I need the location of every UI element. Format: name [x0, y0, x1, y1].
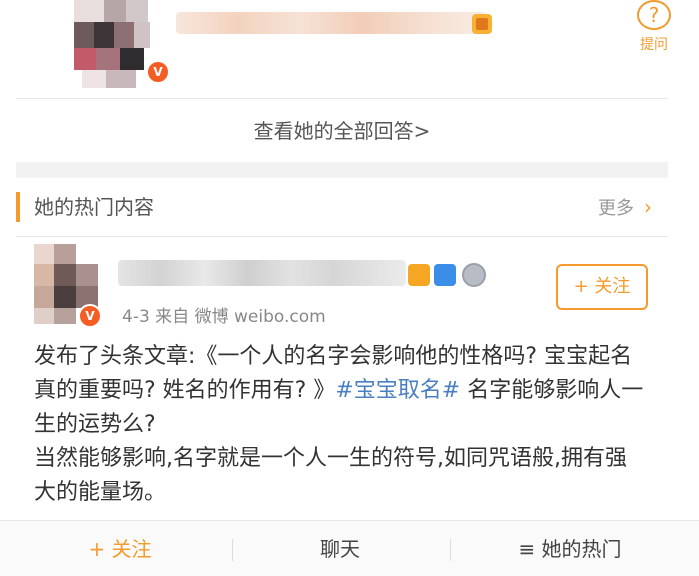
- medal-badge-icon: [462, 263, 486, 287]
- bottom-follow-button[interactable]: + 关注: [20, 521, 220, 576]
- avatar[interactable]: V: [52, 0, 170, 90]
- chat-button[interactable]: 聊天: [240, 521, 440, 576]
- toolbar-separator: [232, 539, 233, 561]
- answer-author-card: V ? 提问: [16, 0, 671, 98]
- question-mark-icon: ?: [637, 0, 671, 30]
- verified-badge-icon: V: [78, 304, 102, 328]
- member-level-icon: [408, 264, 430, 286]
- section-accent-bar: [16, 192, 20, 222]
- hashtag-link[interactable]: #宝宝取名#: [335, 378, 460, 403]
- divider: [16, 98, 668, 99]
- post-paragraph: 当然能够影响,名字就是一个人一生的符号,如同咒语般,拥有强大的能量场。: [34, 446, 627, 505]
- chevron-right-icon: ›: [644, 195, 652, 219]
- ask-question-label: 提问: [640, 37, 668, 53]
- post-author-name-blurred[interactable]: [118, 260, 406, 286]
- more-link[interactable]: 更多 ›: [598, 192, 652, 224]
- post-meta: 4-3 来自 微博 weibo.com: [122, 307, 326, 327]
- toolbar-separator: [450, 539, 451, 561]
- verified-badge-icon: V: [146, 60, 170, 84]
- divider: [16, 236, 668, 237]
- moon-badge-icon: [434, 264, 456, 286]
- member-level-icon: [472, 14, 492, 34]
- post-author-avatar[interactable]: V: [34, 244, 106, 328]
- hot-content-header: 她的热门内容 更多 ›: [16, 178, 668, 236]
- bottom-toolbar: + 关注 聊天 ≡ 她的热门: [0, 520, 699, 576]
- section-title: 她的热门内容: [34, 195, 154, 219]
- author-name-blurred[interactable]: [176, 12, 486, 34]
- follow-button[interactable]: + 关注: [556, 264, 648, 310]
- more-label: 更多: [598, 198, 634, 219]
- view-all-answers-link[interactable]: 查看她的全部回答>: [16, 100, 668, 162]
- her-hot-menu-button[interactable]: ≡ 她的热门: [460, 521, 680, 576]
- section-gap: [16, 162, 668, 178]
- ask-question-button[interactable]: ? 提问: [632, 0, 676, 56]
- post-text[interactable]: 发布了头条文章:《一个人的名字会影响他的性格吗? 宝宝起名真的重要吗? 姓名的作…: [34, 340, 644, 510]
